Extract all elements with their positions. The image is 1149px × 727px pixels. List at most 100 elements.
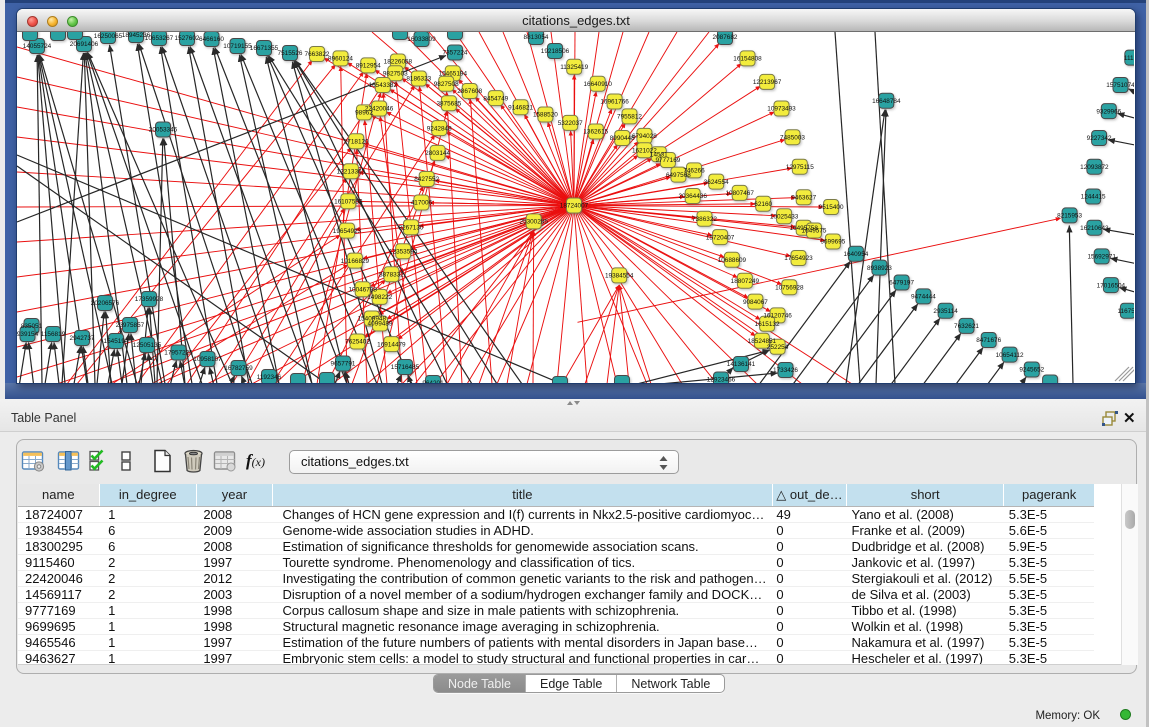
svg-text:15720407: 15720407	[705, 234, 734, 241]
svg-text:18807249: 18807249	[730, 277, 759, 284]
svg-text:19384554: 19384554	[604, 272, 633, 279]
svg-text:3624554: 3624554	[703, 178, 728, 185]
svg-text:15751074: 15751074	[1106, 82, 1134, 89]
svg-text:16671355: 16671355	[249, 45, 278, 52]
svg-text:1545194: 1545194	[103, 338, 128, 345]
svg-text:8938923: 8938923	[866, 264, 891, 271]
svg-text:2087682: 2087682	[712, 34, 737, 41]
svg-text:1192346: 1192346	[256, 374, 281, 381]
svg-text:8990448: 8990448	[609, 135, 634, 142]
svg-text:7357224: 7357224	[442, 49, 467, 56]
svg-text:17654923: 17654923	[784, 255, 813, 262]
svg-text:7955812: 7955812	[617, 113, 642, 120]
svg-text:7515526: 7515526	[277, 50, 302, 57]
svg-text:17359928: 17359928	[134, 296, 163, 303]
svg-text:9657791: 9657791	[330, 360, 355, 367]
svg-text:6497568: 6497568	[665, 171, 690, 178]
svg-text:9329966: 9329966	[1096, 108, 1121, 115]
svg-text:7485003: 7485003	[780, 134, 805, 141]
svg-text:11325419: 11325419	[560, 64, 588, 71]
svg-text:15716485: 15716485	[390, 364, 419, 371]
svg-text:16033809: 16033809	[407, 36, 436, 43]
svg-text:19654923: 19654923	[332, 227, 361, 234]
svg-text:17957225: 17957225	[164, 349, 193, 356]
svg-text:15692971: 15692971	[1087, 253, 1116, 260]
svg-text:14136141: 14136141	[726, 361, 755, 368]
svg-text:6794028: 6794028	[631, 133, 656, 140]
svg-text:9227342: 9227342	[1086, 135, 1111, 142]
svg-text:23975857: 23975857	[115, 322, 144, 329]
svg-text:18226058: 18226058	[383, 58, 412, 65]
svg-text:16210643: 16210643	[1080, 224, 1109, 231]
svg-text:3875685: 3875685	[436, 100, 461, 107]
svg-text:835051: 835051	[20, 323, 42, 330]
svg-text:964201: 964201	[422, 380, 444, 383]
svg-text:6466160: 6466160	[199, 36, 224, 43]
svg-text:12093872: 12093872	[1080, 163, 1109, 170]
svg-text:9084067: 9084067	[742, 298, 767, 305]
svg-text:18724007: 18724007	[559, 202, 588, 209]
svg-text:16648784: 16648784	[872, 97, 901, 104]
svg-text:11172: 11172	[1123, 54, 1133, 61]
svg-text:20206576: 20206576	[90, 300, 119, 307]
svg-text:15465194: 15465194	[438, 70, 467, 77]
svg-text:19166829: 19166829	[340, 257, 369, 264]
svg-text:10025433: 10025433	[769, 213, 798, 220]
svg-text:1588520: 1588520	[532, 111, 557, 118]
svg-text:8454749: 8454749	[483, 95, 508, 102]
svg-text:10958107: 10958107	[193, 356, 222, 363]
svg-text:9245652: 9245652	[1019, 366, 1044, 373]
svg-text:7625402: 7625402	[345, 338, 370, 345]
svg-text:17016504: 17016504	[1096, 282, 1125, 289]
svg-text:12975115: 12975115	[785, 163, 813, 170]
svg-text:4099489: 4099489	[367, 320, 392, 327]
svg-text:5322037: 5322037	[557, 120, 582, 127]
svg-text:16543382: 16543382	[368, 82, 397, 89]
svg-text:1649575: 1649575	[801, 227, 826, 234]
svg-text:2942737: 2942737	[69, 335, 94, 342]
svg-text:7632621: 7632621	[954, 323, 979, 330]
svg-text:20364436: 20364436	[678, 193, 707, 200]
svg-text:9515400: 9515400	[818, 204, 843, 211]
svg-text:9777169: 9777169	[655, 157, 680, 164]
svg-text:8813054: 8813054	[523, 34, 548, 41]
svg-text:2935114: 2935114	[933, 307, 958, 314]
svg-text:939154: 939154	[17, 331, 39, 338]
svg-text:16120746: 16120746	[763, 312, 792, 319]
svg-text:12213363: 12213363	[336, 168, 365, 175]
svg-text:22420046: 22420046	[364, 105, 393, 112]
svg-text:10654112: 10654112	[995, 351, 1023, 358]
svg-text:2867608: 2867608	[457, 88, 482, 95]
svg-text:252254: 252254	[766, 344, 788, 351]
svg-text:9242848: 9242848	[426, 125, 451, 132]
svg-text:10807467: 10807467	[725, 190, 754, 197]
svg-text:9463627: 9463627	[791, 194, 816, 201]
svg-text:10688609: 10688609	[717, 257, 746, 264]
svg-text:10046798: 10046798	[348, 286, 377, 293]
svg-text:1498222: 1498222	[367, 294, 392, 301]
svg-text:16154808: 16154808	[733, 55, 762, 62]
svg-text:62160: 62160	[754, 201, 772, 208]
svg-text:417006: 417006	[410, 199, 432, 206]
svg-text:8960124: 8960124	[328, 55, 353, 62]
svg-text:8427552: 8427552	[414, 176, 439, 183]
svg-text:9699695: 9699695	[820, 238, 845, 245]
svg-text:14055724: 14055724	[22, 43, 51, 50]
svg-text:8878332: 8878332	[378, 271, 403, 278]
svg-text:9146821: 9146821	[508, 104, 533, 111]
svg-text:2803144: 2803144	[425, 150, 450, 157]
svg-text:9827508: 9827508	[433, 80, 458, 87]
svg-text:1733426: 1733426	[773, 367, 798, 374]
svg-text:8912954: 8912954	[355, 62, 380, 69]
svg-text:10719155: 10719155	[223, 43, 252, 50]
svg-text:9827503: 9827503	[382, 70, 407, 77]
svg-text:8186323: 8186323	[406, 75, 431, 82]
svg-text:1362615: 1362615	[583, 128, 608, 135]
svg-text:12353594: 12353594	[388, 248, 417, 255]
svg-text:1156819: 1156819	[40, 331, 65, 338]
svg-text:7386322: 7386322	[692, 216, 717, 223]
svg-text:20691406: 20691406	[69, 41, 98, 48]
svg-text:20053346: 20053346	[148, 126, 177, 133]
svg-text:12923466: 12923466	[706, 376, 735, 382]
svg-text:16961766: 16961766	[600, 98, 629, 105]
